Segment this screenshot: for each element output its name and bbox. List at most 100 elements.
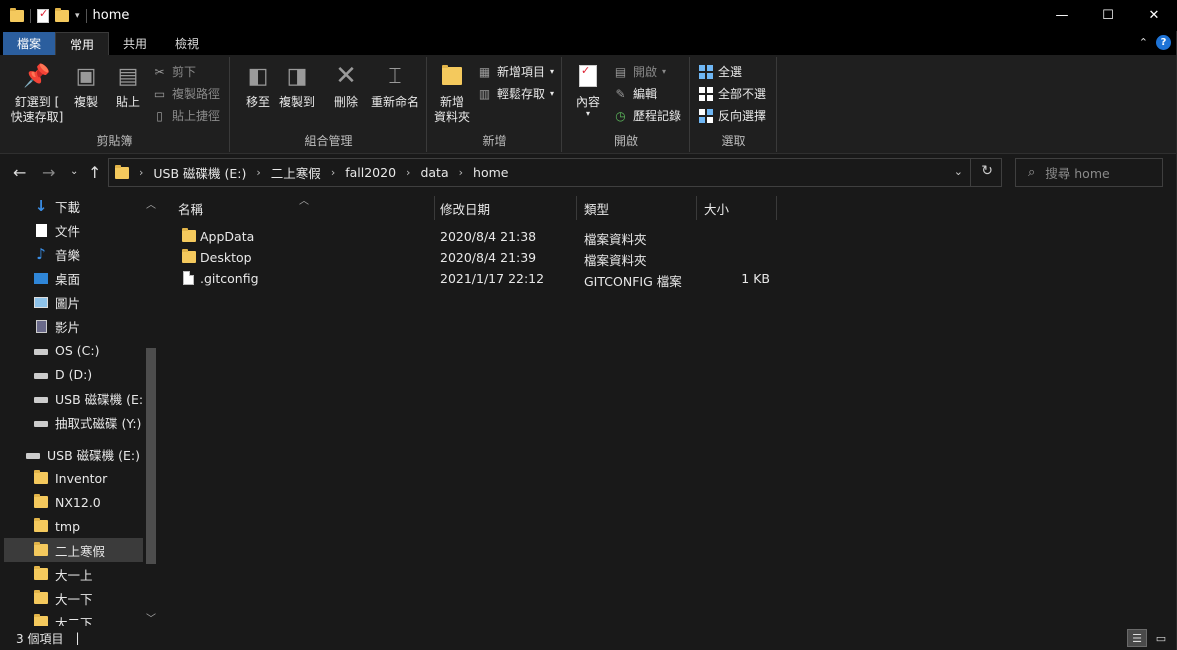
move-to-button[interactable]: ◧ 移至: [241, 61, 275, 110]
pictures-icon: [34, 295, 48, 309]
history-button[interactable]: ◷ 歷程記錄: [613, 107, 681, 124]
column-divider[interactable]: [696, 196, 697, 220]
table-row[interactable]: AppData 2020/8/4 21:38 檔案資料夾: [178, 226, 778, 247]
open-button[interactable]: ▤ 開啟 ▾: [613, 63, 666, 80]
new-group: 新增 資料夾 ▦ 新增項目 ▾ ▥ 輕鬆存取 ▾ 新增: [428, 57, 562, 152]
rename-button[interactable]: ⌶ 重新命名: [369, 61, 421, 110]
up-arrow-icon[interactable]: ↑: [88, 163, 101, 182]
sidebar-scroll-thumb[interactable]: [146, 348, 156, 564]
new-folder-button[interactable]: 新增 資料夾: [433, 61, 471, 125]
sidebar-item-drive-e[interactable]: USB 磁碟機 (E:): [0, 386, 148, 410]
paste-shortcut-button[interactable]: ▯ 貼上捷徑: [152, 107, 220, 124]
tab-share[interactable]: 共用: [109, 32, 161, 55]
file-type: 檔案資料夾: [584, 253, 647, 268]
paste-button[interactable]: ▤ 貼上: [112, 61, 144, 110]
navigation-bar: ← → ⌄ ↑ › USB 磁碟機 (E:) › 二上寒假 › fall2020…: [0, 154, 1177, 192]
sidebar-item-documents[interactable]: 文件: [0, 218, 143, 242]
column-header-name[interactable]: 名稱: [174, 196, 434, 220]
copy-button[interactable]: ▣ 複製: [70, 61, 102, 110]
close-button[interactable]: ✕: [1131, 0, 1177, 31]
sidebar-item-drive-c[interactable]: OS (C:): [0, 338, 143, 362]
collapse-ribbon-icon[interactable]: ⌃: [1139, 36, 1148, 49]
sidebar-item-sophomore-spring[interactable]: 大二下: [0, 610, 143, 626]
forward-arrow-icon[interactable]: →: [42, 163, 55, 182]
large-icons-view-icon[interactable]: ▭: [1151, 629, 1171, 647]
breadcrumb-chevron-icon[interactable]: ›: [139, 166, 143, 179]
sidebar-item-label: 大一上: [55, 567, 93, 583]
copy-to-button[interactable]: ◨ 複製到: [277, 61, 317, 110]
new-folder-label-line1: 新增: [439, 95, 464, 109]
cut-button[interactable]: ✂ 剪下: [152, 63, 196, 80]
sidebar-item-music[interactable]: ♪ 音樂: [0, 242, 143, 266]
sidebar-item-inventor[interactable]: Inventor: [0, 466, 143, 490]
minimize-button[interactable]: —: [1039, 0, 1085, 31]
breadcrumb-chevron-icon[interactable]: ›: [459, 166, 463, 179]
sidebar-item-winter-break[interactable]: 二上寒假: [4, 538, 143, 562]
tab-file[interactable]: 檔案: [3, 32, 56, 55]
customize-dropdown-icon[interactable]: ▾: [75, 11, 80, 21]
maximize-button[interactable]: ☐: [1085, 0, 1131, 31]
sidebar-item-drive-d[interactable]: D (D:): [0, 362, 143, 386]
invert-selection-button[interactable]: 反向選擇: [699, 107, 766, 124]
sidebar-item-downloads[interactable]: ↓ 下載: [0, 194, 143, 218]
quick-access-toolbar: ▾: [0, 7, 87, 23]
sidebar-item-label: 下載: [55, 199, 81, 215]
breadcrumb-chevron-icon[interactable]: ›: [256, 166, 260, 179]
copy-path-button[interactable]: ▭ 複製路徑: [152, 85, 220, 102]
scroll-up-icon[interactable]: ︿: [146, 196, 156, 211]
search-input[interactable]: ⌕ 搜尋 home: [1015, 158, 1163, 187]
address-bar[interactable]: › USB 磁碟機 (E:) › 二上寒假 › fall2020 › data …: [108, 158, 1002, 187]
new-folder-icon[interactable]: [55, 7, 69, 22]
recent-locations-chevron-icon[interactable]: ⌄: [70, 166, 78, 177]
tab-home[interactable]: 常用: [55, 32, 110, 55]
help-icon[interactable]: ?: [1156, 35, 1171, 50]
file-size: 1 KB: [741, 271, 770, 286]
table-row[interactable]: Desktop 2020/8/4 21:39 檔案資料夾: [178, 247, 778, 268]
sidebar-item-freshman-fall[interactable]: 大一上: [0, 562, 143, 586]
breadcrumb-chevron-icon[interactable]: ›: [406, 166, 410, 179]
sidebar-item-tmp[interactable]: tmp: [0, 514, 143, 538]
sidebar-item-drive-y[interactable]: 抽取式磁碟 (Y:): [0, 410, 143, 434]
delete-button[interactable]: ✕ 刪除: [329, 61, 363, 110]
sidebar-item-desktop[interactable]: 桌面: [0, 266, 143, 290]
address-dropdown-icon[interactable]: ⌄: [954, 165, 963, 178]
select-none-button[interactable]: 全部不選: [699, 85, 766, 102]
details-view-icon[interactable]: ☰: [1127, 629, 1147, 647]
edit-button[interactable]: ✎ 編輯: [613, 85, 657, 102]
properties-button[interactable]: 內容 ▾: [571, 61, 605, 118]
sidebar-item-videos[interactable]: 影片: [0, 314, 143, 338]
table-row[interactable]: .gitconfig 2021/1/17 22:12 GITCONFIG 檔案 …: [178, 268, 778, 289]
scroll-down-icon[interactable]: ﹀: [146, 610, 156, 625]
sidebar-item-pictures[interactable]: 圖片: [0, 290, 143, 314]
copy-path-icon: ▭: [153, 86, 166, 101]
column-header-date[interactable]: 修改日期: [436, 196, 576, 220]
column-header-size[interactable]: 大小: [700, 196, 776, 220]
easy-access-button[interactable]: ▥ 輕鬆存取 ▾: [477, 85, 554, 102]
sidebar-item-usb-drive-e[interactable]: USB 磁碟機 (E:): [0, 442, 143, 466]
sidebar-item-nx12[interactable]: NX12.0: [0, 490, 143, 514]
properties-icon[interactable]: [37, 7, 49, 23]
status-cursor: |: [75, 631, 80, 645]
breadcrumb-item[interactable]: data: [420, 165, 448, 180]
new-group-label: 新增: [482, 134, 507, 148]
refresh-icon[interactable]: ↻: [981, 163, 993, 179]
open-icon: ▤: [614, 64, 627, 79]
select-all-button[interactable]: 全選: [699, 63, 742, 80]
column-divider[interactable]: [434, 196, 435, 220]
column-header-type[interactable]: 類型: [580, 196, 696, 220]
back-arrow-icon[interactable]: ←: [13, 163, 26, 182]
edit-label: 編輯: [633, 87, 658, 101]
new-item-button[interactable]: ▦ 新增項目 ▾: [477, 63, 554, 80]
column-divider[interactable]: [576, 196, 577, 220]
breadcrumb-item[interactable]: 二上寒假: [271, 163, 321, 182]
breadcrumb-item[interactable]: fall2020: [345, 165, 396, 180]
column-divider[interactable]: [776, 196, 777, 220]
breadcrumb-chevron-icon[interactable]: ›: [331, 166, 335, 179]
tab-view[interactable]: 檢視: [161, 32, 213, 55]
breadcrumb-item[interactable]: USB 磁碟機 (E:): [153, 163, 246, 182]
breadcrumb-item[interactable]: home: [473, 165, 508, 180]
sidebar-item-freshman-spring[interactable]: 大一下: [0, 586, 143, 610]
pin-quick-access-button[interactable]: 📌 釘選到 [ 快速存取]: [8, 61, 66, 125]
window-title: home: [92, 8, 130, 23]
sidebar-item-label: Inventor: [55, 470, 108, 486]
